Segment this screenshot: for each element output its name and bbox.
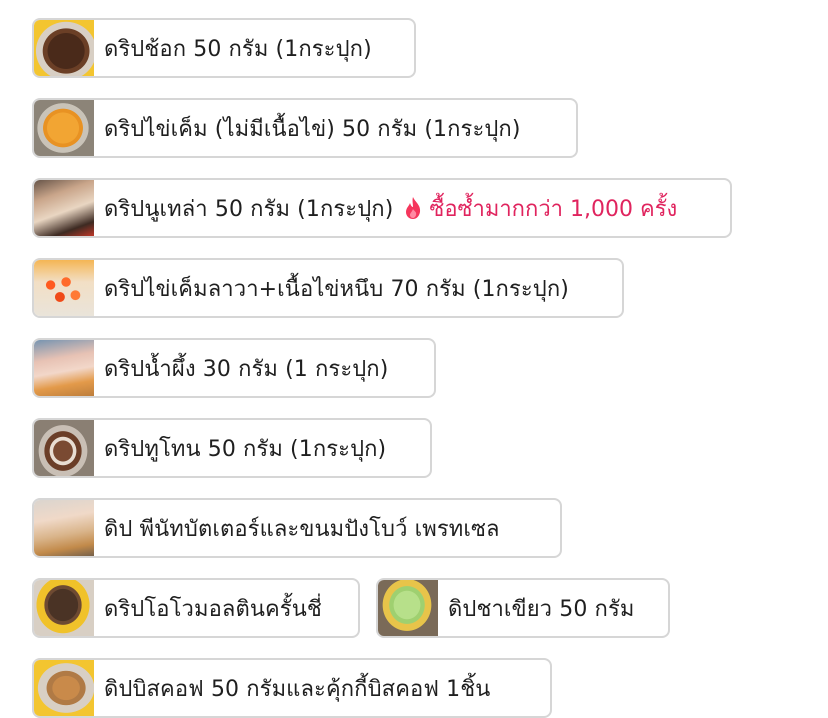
option-honey-dip[interactable]: ดริปน้ำผึ้ง 30 กรัม (1 กระปุก): [32, 338, 436, 398]
repurchase-badge: ซื้อซ้ำมากกว่า 1,000 ครั้ง: [403, 191, 693, 226]
option-label: ดริปโอโวมอลตินครั้นชี่: [104, 596, 322, 622]
option-chocolate-dip[interactable]: ดริปช้อก 50 กรัม (1กระปุก): [32, 18, 416, 78]
nutella-dip-thumbnail: [34, 180, 94, 236]
option-label: ดริปน้ำผึ้ง 30 กรัม (1 กระปุก): [104, 356, 389, 382]
option-ovaltine-dip[interactable]: ดริปโอโวมอลตินครั้นชี่: [32, 578, 360, 638]
fire-icon: [406, 197, 421, 219]
biscoff-dip-thumbnail: [34, 660, 94, 716]
option-green-tea-dip[interactable]: ดิปชาเขียว 50 กรัม: [376, 578, 670, 638]
option-peanut-butter-dip[interactable]: ดิป พีนัทบัตเตอร์และขนมปังโบว์ เพรทเซล: [32, 498, 562, 558]
option-label: ดิปชาเขียว 50 กรัม: [448, 596, 635, 622]
option-biscoff-dip[interactable]: ดิปบิสคอฟ 50 กรัมและคุ้กกี้บิสคอฟ 1ชิ้น: [32, 658, 552, 718]
two-tone-dip-thumbnail: [34, 420, 94, 476]
option-label: ดริปทูโทน 50 กรัม (1กระปุก): [104, 436, 387, 462]
option-label: ดริปช้อก 50 กรัม (1กระปุก): [104, 36, 372, 62]
honey-dip-thumbnail: [34, 340, 94, 396]
option-label: ดริปนูเทล่า 50 กรัม (1กระปุก): [104, 196, 394, 222]
ovaltine-dip-thumbnail: [34, 580, 94, 636]
option-label: ดิปบิสคอฟ 50 กรัมและคุ้กกี้บิสคอฟ 1ชิ้น: [104, 676, 491, 702]
option-lava-dip[interactable]: ดริปไข่เค็มลาวา+เนื้อไข่หนึบ 70 กรัม (1ก…: [32, 258, 624, 318]
green-tea-dip-thumbnail: [378, 580, 438, 636]
option-label: ดริปไข่เค็ม (ไม่มีเนื้อไข่) 50 กรัม (1กร…: [104, 116, 521, 142]
chocolate-dip-thumbnail: [34, 20, 94, 76]
option-label: ดิป พีนัทบัตเตอร์และขนมปังโบว์ เพรทเซล: [104, 516, 500, 542]
option-salted-egg-dip[interactable]: ดริปไข่เค็ม (ไม่มีเนื้อไข่) 50 กรัม (1กร…: [32, 98, 578, 158]
salted-egg-dip-thumbnail: [34, 100, 94, 156]
option-two-tone-dip[interactable]: ดริปทูโทน 50 กรัม (1กระปุก): [32, 418, 432, 478]
option-label: ดริปไข่เค็มลาวา+เนื้อไข่หนึบ 70 กรัม (1ก…: [104, 276, 569, 302]
lava-dip-thumbnail: [34, 260, 94, 316]
option-nutella-dip[interactable]: ดริปนูเทล่า 50 กรัม (1กระปุก) ซื้อซ้ำมาก…: [32, 178, 732, 238]
peanut-butter-dip-thumbnail: [34, 500, 94, 556]
repurchase-badge-text: ซื้อซ้ำมากกว่า 1,000 ครั้ง: [429, 196, 678, 222]
